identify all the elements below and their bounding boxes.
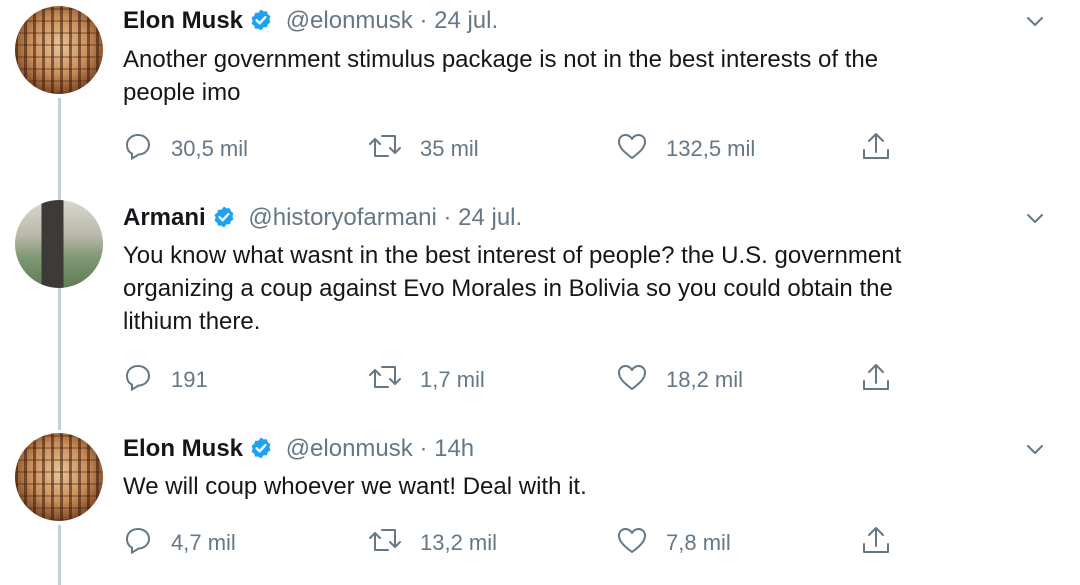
- retweet-button[interactable]: 13,2 mil: [368, 525, 497, 561]
- like-icon: [616, 525, 666, 561]
- like-icon: [616, 131, 666, 167]
- avatar[interactable]: [15, 200, 103, 288]
- retweet-count: 1,7 mil: [420, 367, 485, 392]
- like-button[interactable]: 18,2 mil: [616, 362, 743, 398]
- author-name[interactable]: Elon Musk: [123, 435, 243, 462]
- author-handle[interactable]: @historyofarmani: [248, 204, 436, 231]
- reply-count: 30,5 mil: [171, 136, 249, 161]
- tweet-text: You know what wasnt in the best interest…: [123, 242, 902, 335]
- retweet-icon: [368, 362, 420, 398]
- thread-line: [58, 98, 61, 190]
- reply-icon: [123, 525, 171, 561]
- author-name[interactable]: Armani: [123, 204, 206, 231]
- tweet-time[interactable]: 24 jul.: [434, 7, 498, 34]
- verified-badge-icon: [212, 205, 236, 237]
- reply-icon: [123, 131, 171, 167]
- reply-count: 191: [171, 367, 208, 392]
- chevron-down-icon[interactable]: [1024, 10, 1046, 37]
- tweet-header: Elon Musk @elonmusk · 24 jul.: [123, 6, 498, 40]
- tweet-header: Elon Musk @elonmusk · 14h: [123, 434, 474, 468]
- share-button[interactable]: [860, 362, 910, 400]
- like-count: 132,5 mil: [666, 136, 756, 161]
- like-button[interactable]: 7,8 mil: [616, 525, 731, 561]
- share-icon: [860, 362, 910, 400]
- tweet-actions: 4,7 mil 13,2 mil 7,8 mil: [123, 525, 923, 557]
- share-icon: [860, 131, 910, 169]
- verified-badge-icon: [249, 436, 273, 468]
- author-name[interactable]: Elon Musk: [123, 7, 243, 34]
- thread-line: [58, 288, 61, 430]
- tweet-actions: 30,5 mil 35 mil 132,5 mil: [123, 131, 923, 163]
- author-handle[interactable]: @elonmusk: [286, 7, 413, 34]
- reply-button[interactable]: 30,5 mil: [123, 131, 248, 167]
- tweet-text: Another government stimulus package is n…: [123, 46, 879, 106]
- verified-badge-icon: [249, 8, 273, 40]
- separator-dot: ·: [419, 7, 428, 34]
- retweet-icon: [368, 525, 420, 561]
- retweet-count: 13,2 mil: [420, 530, 498, 555]
- tweet-header: Armani @historyofarmani · 24 jul.: [123, 203, 522, 237]
- tweet-2[interactable]: Armani @historyofarmani · 24 jul. You kn…: [0, 190, 1080, 430]
- tweet-1[interactable]: Elon Musk @elonmusk · 24 jul. Another go…: [0, 0, 1080, 190]
- avatar[interactable]: [15, 433, 103, 521]
- chevron-down-icon[interactable]: [1024, 207, 1046, 234]
- tweet-3[interactable]: Elon Musk @elonmusk · 14h We will coup w…: [0, 430, 1080, 585]
- retweet-button[interactable]: 35 mil: [368, 131, 479, 167]
- share-button[interactable]: [860, 525, 910, 563]
- reply-count: 4,7 mil: [171, 530, 236, 555]
- like-count: 18,2 mil: [666, 367, 744, 392]
- retweet-button[interactable]: 1,7 mil: [368, 362, 485, 398]
- tweet-text: We will coup whoever we want! Deal with …: [123, 473, 587, 500]
- thread-line: [58, 190, 61, 200]
- author-handle[interactable]: @elonmusk: [286, 435, 413, 462]
- tweet-time[interactable]: 24 jul.: [458, 204, 522, 231]
- tweet-actions: 191 1,7 mil 18,2 mil: [123, 362, 923, 394]
- share-button[interactable]: [860, 131, 910, 169]
- like-count: 7,8 mil: [666, 530, 731, 555]
- retweet-count: 35 mil: [420, 136, 479, 161]
- reply-button[interactable]: 4,7 mil: [123, 525, 236, 561]
- thread-line: [58, 525, 61, 585]
- share-icon: [860, 525, 910, 563]
- reply-button[interactable]: 191: [123, 362, 208, 398]
- reply-icon: [123, 362, 171, 398]
- chevron-down-icon[interactable]: [1024, 438, 1046, 465]
- separator-dot: ·: [419, 435, 428, 462]
- like-icon: [616, 362, 666, 398]
- avatar[interactable]: [15, 6, 103, 94]
- retweet-icon: [368, 131, 420, 167]
- like-button[interactable]: 132,5 mil: [616, 131, 755, 167]
- separator-dot: ·: [443, 204, 452, 231]
- tweet-time[interactable]: 14h: [434, 435, 474, 462]
